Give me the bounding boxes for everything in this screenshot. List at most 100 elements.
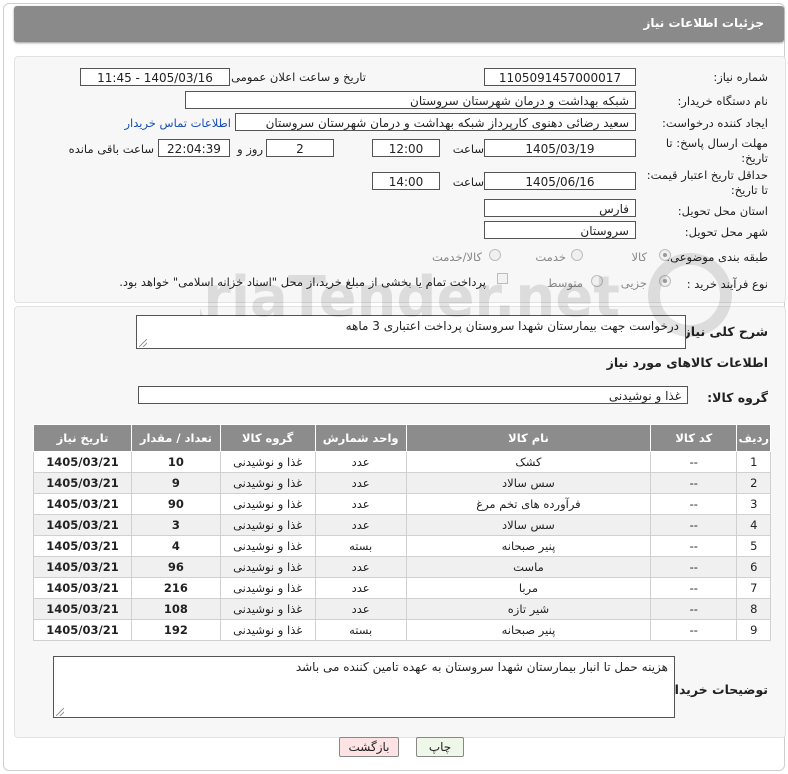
table-row: 1 -- کشک عدد غذا و نوشیدنی 10 1405/03/21 [33, 451, 771, 473]
province-label: استان محل تحویل: [677, 204, 768, 218]
page-title: جزئیات اطلاعات نیاز [643, 16, 764, 30]
process-option-minor: جزیی [620, 276, 647, 290]
category-label: طبقه بندی موضوعی: [666, 250, 768, 264]
col-quantity: تعداد / مقدار [131, 424, 221, 452]
item-unit: عدد [314, 514, 407, 536]
item-name: پنیر صبحانه [405, 619, 652, 641]
deadline-label-date: تاریخ: [741, 151, 768, 165]
row-number: 1 [736, 451, 771, 473]
item-name: ماست [405, 556, 652, 578]
item-name: مربا [405, 577, 652, 599]
col-group: گروه کالا [219, 424, 316, 452]
item-date: 1405/03/21 [33, 493, 132, 515]
need-number-label: شماره نیاز: [713, 70, 768, 84]
need-number-field: 1105091457000017 [484, 68, 636, 86]
table-row: 4 -- سس سالاد عدد غذا و نوشیدنی 3 1405/03/21 [33, 514, 771, 536]
item-date: 1405/03/21 [33, 619, 132, 641]
item-date: 1405/03/21 [33, 472, 132, 494]
table-row: 2 -- سس سالاد عدد غذا و نوشیدنی 9 1405/03/21 [33, 472, 771, 494]
item-unit: عدد [314, 577, 407, 599]
treasury-payment-checkbox[interactable] [497, 273, 508, 284]
validity-date-field: 1405/06/16 [484, 172, 636, 190]
item-quantity: 10 [131, 451, 221, 473]
table-row: 3 -- فرآورده های تخم مرغ عدد غذا و نوشیدنی 90… [33, 493, 771, 515]
days-label: روز و [237, 142, 263, 156]
item-quantity: 90 [131, 493, 221, 515]
requester-field: سعید رضائی دهنوی کارپرداز شبکه بهداشت و … [235, 113, 636, 131]
item-code: -- [650, 493, 738, 515]
row-number: 7 [736, 577, 771, 599]
col-row: ردیف [736, 424, 771, 452]
col-code: کد کالا [650, 424, 738, 452]
item-code: -- [650, 514, 738, 536]
items-table: ردیف کد کالا نام کالا واحد شمارش گروه کا… [33, 424, 771, 641]
row-number: 2 [736, 472, 771, 494]
group-field: غذا و نوشیدنی [138, 386, 688, 404]
deadline-label: مهلت ارسال پاسخ: تا [665, 136, 768, 150]
items-table-header: ردیف کد کالا نام کالا واحد شمارش گروه کا… [33, 424, 771, 452]
deadline-date-field: 1405/03/19 [484, 139, 636, 157]
remaining-label: ساعت باقی مانده [68, 142, 154, 156]
item-date: 1405/03/21 [33, 577, 132, 599]
item-unit: عدد [314, 556, 407, 578]
item-name: سس سالاد [405, 472, 652, 494]
city-label: شهر محل تحویل: [684, 225, 768, 239]
item-quantity: 4 [131, 535, 221, 557]
resize-grip-icon[interactable] [139, 339, 147, 347]
row-number: 4 [736, 514, 771, 536]
print-button[interactable]: چاپ [416, 737, 464, 757]
deadline-time-label: ساعت [452, 142, 484, 156]
process-label: نوع فرآیند خرید : [686, 277, 768, 291]
buyer-notes-field: هزینه حمل تا انبار بیمارستان شهدا سروستا… [53, 656, 675, 718]
resize-grip-icon[interactable] [56, 708, 64, 716]
item-group: غذا و نوشیدنی [219, 598, 316, 620]
item-unit: بسته [314, 619, 407, 641]
contact-info-link[interactable]: اطلاعات تماس خریدار [124, 116, 231, 130]
description-field: درخواست جهت بیمارستان شهدا سروستان پرداخ… [136, 315, 686, 349]
item-quantity: 96 [131, 556, 221, 578]
buyer-notes-text: هزینه حمل تا انبار بیمارستان شهدا سروستا… [295, 660, 668, 674]
deadline-time-field: 12:00 [372, 139, 440, 157]
item-code: -- [650, 598, 738, 620]
description-label: شرح کلی نیاز: [678, 324, 768, 339]
item-unit: عدد [314, 451, 407, 473]
requester-label: ایجاد کننده درخواست: [662, 116, 768, 130]
category-radio-service[interactable] [571, 249, 583, 261]
validity-label: حداقل تاریخ اعتبار قیمت: [646, 168, 768, 182]
item-group: غذا و نوشیدنی [219, 451, 316, 473]
items-section-title: اطلاعات کالاهای مورد نیاز [606, 355, 768, 370]
category-radio-both[interactable] [489, 249, 501, 261]
item-quantity: 192 [131, 619, 221, 641]
back-button[interactable]: بازگشت [339, 737, 399, 757]
item-quantity: 108 [131, 598, 221, 620]
payment-note: پرداخت تمام یا بخشی از مبلغ خرید،از محل … [119, 275, 486, 289]
category-option-service: خدمت [535, 250, 566, 264]
item-date: 1405/03/21 [33, 535, 132, 557]
item-group: غذا و نوشیدنی [219, 514, 316, 536]
item-name: پنیر صبحانه [405, 535, 652, 557]
row-number: 6 [736, 556, 771, 578]
table-row: 6 -- ماست عدد غذا و نوشیدنی 96 1405/03/21 [33, 556, 771, 578]
item-group: غذا و نوشیدنی [219, 556, 316, 578]
buyer-org-label: نام دستگاه خریدار: [677, 94, 768, 108]
row-number: 9 [736, 619, 771, 641]
process-radio-minor[interactable] [659, 275, 671, 287]
process-radio-medium[interactable] [591, 275, 603, 287]
city-field: سروستان [484, 221, 636, 239]
buyer-notes-label: توضیحات خریدار: [662, 682, 768, 697]
group-label: گروه کالا: [707, 390, 768, 405]
category-option-both: کالا/خدمت [431, 250, 482, 264]
validity-time-label: ساعت [452, 175, 484, 189]
category-radio-goods[interactable] [659, 249, 671, 261]
item-unit: عدد [314, 598, 407, 620]
days-field: 2 [266, 139, 334, 157]
table-row: 8 -- شیر تازه عدد غذا و نوشیدنی 108 1405/03/21 [33, 598, 771, 620]
item-unit: بسته [314, 535, 407, 557]
process-option-medium: متوسط [546, 276, 583, 290]
item-group: غذا و نوشیدنی [219, 535, 316, 557]
item-group: غذا و نوشیدنی [219, 493, 316, 515]
buyer-org-field: شبکه بهداشت و درمان شهرستان سروستان [185, 91, 636, 109]
item-name: شیر تازه [405, 598, 652, 620]
table-row: 9 -- پنیر صبحانه بسته غذا و نوشیدنی 192 1405/0… [33, 619, 771, 641]
row-number: 3 [736, 493, 771, 515]
